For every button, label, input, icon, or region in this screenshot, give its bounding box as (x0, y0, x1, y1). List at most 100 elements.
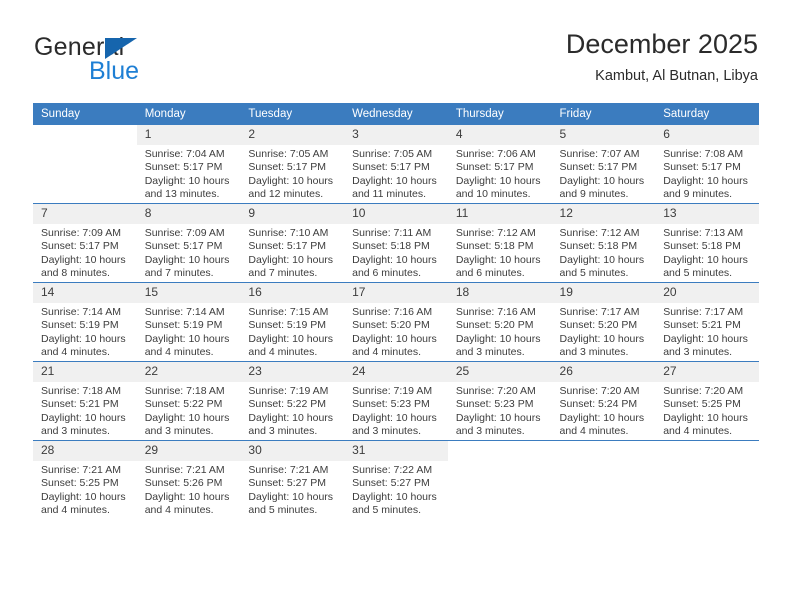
calendar-day-cell[interactable]: 31 Sunrise: 7:22 AM Sunset: 5:27 PM Dayligh… (344, 440, 448, 519)
sunset-text: Sunset: 5:17 PM (559, 161, 638, 174)
day-sun-info: Sunrise: 7:21 AM Sunset: 5:26 PM Daylight:… (137, 461, 241, 518)
daylight-text-line1: Daylight: 10 hours (41, 490, 126, 503)
calendar-day-cell[interactable]: 6 Sunrise: 7:08 AM Sunset: 5:17 PM Daylight… (655, 125, 759, 204)
day-number: 23 (240, 362, 345, 382)
calendar-day-cell[interactable]: 24 Sunrise: 7:19 AM Sunset: 5:23 PM Dayligh… (344, 361, 448, 441)
day-sun-info: Sunrise: 7:18 AM Sunset: 5:22 PM Daylight:… (137, 382, 241, 439)
calendar-day-cell[interactable]: 5 Sunrise: 7:07 AM Sunset: 5:17 PM Daylight… (551, 125, 656, 204)
day-sun-info: Sunrise: 7:19 AM Sunset: 5:22 PM Daylight:… (240, 382, 344, 439)
calendar-day-cell[interactable]: 11 Sunrise: 7:12 AM Sunset: 5:18 PM Dayligh… (447, 203, 552, 283)
calendar-week-row: 14 Sunrise: 7:14 AM Sunset: 5:19 PM Dayligh… (33, 282, 759, 362)
calendar-day-cell[interactable]: 13 Sunrise: 7:13 AM Sunset: 5:18 PM Dayligh… (655, 203, 759, 283)
day-sun-info: Sunrise: 7:05 AM Sunset: 5:17 PM Daylight:… (344, 145, 448, 202)
day-number: 14 (33, 283, 137, 303)
calendar-day-cell[interactable]: 21 Sunrise: 7:18 AM Sunset: 5:21 PM Dayligh… (33, 361, 137, 441)
day-number: 26 (551, 362, 656, 382)
daylight-text-line2: and 4 minutes. (41, 346, 110, 359)
daylight-text-line1: Daylight: 10 hours (41, 411, 126, 424)
daylight-text-line1: Daylight: 10 hours (248, 253, 334, 266)
title-block: December 2025 Kambut, Al Butnan, Libya (566, 28, 758, 86)
sunrise-text: Sunrise: 7:05 AM (248, 148, 329, 160)
daylight-text-line1: Daylight: 10 hours (144, 490, 230, 503)
day-sun-info: Sunrise: 7:20 AM Sunset: 5:25 PM Daylight:… (655, 382, 759, 439)
sunrise-text: Sunrise: 7:16 AM (455, 306, 536, 318)
sunset-text: Sunset: 5:18 PM (663, 240, 741, 253)
sunrise-text: Sunrise: 7:09 AM (144, 227, 225, 239)
day-sun-info: Sunrise: 7:10 AM Sunset: 5:17 PM Daylight:… (240, 224, 344, 281)
sunrise-text: Sunrise: 7:20 AM (663, 385, 744, 397)
day-sun-info: Sunrise: 7:12 AM Sunset: 5:18 PM Daylight:… (552, 224, 656, 281)
calendar-day-cell[interactable]: 9 Sunrise: 7:10 AM Sunset: 5:17 PM Daylight… (240, 203, 345, 283)
day-sun-info: Sunrise: 7:13 AM Sunset: 5:18 PM Daylight:… (655, 224, 759, 281)
day-number: 1 (136, 125, 241, 145)
daylight-text-line1: Daylight: 10 hours (455, 411, 541, 424)
sunset-text: Sunset: 5:25 PM (41, 477, 119, 490)
day-number: 31 (344, 441, 448, 461)
calendar-day-cell[interactable]: 2 Sunrise: 7:05 AM Sunset: 5:17 PM Daylight… (240, 125, 345, 204)
day-number: 4 (447, 125, 552, 145)
daylight-text-line2: and 4 minutes. (248, 346, 318, 359)
daylight-text-line2: and 4 minutes. (144, 346, 214, 359)
calendar-body: 1 Sunrise: 7:04 AM Sunset: 5:17 PM Daylight… (33, 125, 759, 519)
day-number: 2 (240, 125, 345, 145)
sunrise-text: Sunrise: 7:08 AM (663, 148, 744, 160)
calendar-day-cell[interactable]: 1 Sunrise: 7:04 AM Sunset: 5:17 PM Daylight… (136, 125, 241, 204)
sunrise-text: Sunrise: 7:18 AM (41, 385, 121, 397)
calendar-day-cell[interactable]: 17 Sunrise: 7:16 AM Sunset: 5:20 PM Dayligh… (344, 282, 448, 362)
calendar-day-cell[interactable]: 29 Sunrise: 7:21 AM Sunset: 5:26 PM Dayligh… (136, 440, 241, 519)
day-number: 24 (344, 362, 448, 382)
calendar-day-cell[interactable]: 7 Sunrise: 7:09 AM Sunset: 5:17 PM Daylight… (33, 203, 137, 283)
general-blue-logo: General Blue (34, 34, 214, 88)
sunset-text: Sunset: 5:17 PM (663, 161, 741, 174)
calendar-day-cell[interactable]: 10 Sunrise: 7:11 AM Sunset: 5:18 PM Dayligh… (344, 203, 448, 283)
daylight-text-line1: Daylight: 10 hours (352, 332, 437, 345)
day-number: 12 (551, 204, 656, 224)
daylight-text-line2: and 3 minutes. (559, 346, 629, 359)
day-sun-info: Sunrise: 7:04 AM Sunset: 5:17 PM Daylight:… (137, 145, 241, 202)
day-sun-info: Sunrise: 7:15 AM Sunset: 5:19 PM Daylight:… (240, 303, 344, 360)
sunrise-text: Sunrise: 7:10 AM (248, 227, 329, 239)
day-sun-info: Sunrise: 7:19 AM Sunset: 5:23 PM Daylight:… (344, 382, 448, 439)
daylight-text-line1: Daylight: 10 hours (559, 332, 645, 345)
calendar-day-cell[interactable]: 12 Sunrise: 7:12 AM Sunset: 5:18 PM Dayligh… (551, 203, 656, 283)
calendar-day-cell[interactable]: 30 Sunrise: 7:21 AM Sunset: 5:27 PM Dayligh… (240, 440, 345, 519)
calendar-day-cell[interactable]: 22 Sunrise: 7:18 AM Sunset: 5:22 PM Dayligh… (136, 361, 241, 441)
sunrise-text: Sunrise: 7:09 AM (41, 227, 121, 239)
daylight-text-line2: and 8 minutes. (41, 267, 110, 280)
daylight-text-line2: and 3 minutes. (455, 425, 525, 438)
daylight-text-line2: and 3 minutes. (144, 425, 214, 438)
sunrise-text: Sunrise: 7:18 AM (144, 385, 225, 397)
sunrise-text: Sunrise: 7:14 AM (144, 306, 225, 318)
calendar-day-cell[interactable]: 19 Sunrise: 7:17 AM Sunset: 5:20 PM Dayligh… (551, 282, 656, 362)
calendar-day-cell[interactable]: 3 Sunrise: 7:05 AM Sunset: 5:17 PM Daylight… (344, 125, 448, 204)
daylight-text-line2: and 4 minutes. (559, 425, 629, 438)
daylight-text-line1: Daylight: 10 hours (663, 174, 748, 187)
daylight-text-line1: Daylight: 10 hours (455, 332, 541, 345)
day-sun-info: Sunrise: 7:16 AM Sunset: 5:20 PM Daylight:… (448, 303, 552, 360)
sunset-text: Sunset: 5:27 PM (352, 477, 430, 490)
calendar-day-cell[interactable]: 25 Sunrise: 7:20 AM Sunset: 5:23 PM Dayligh… (447, 361, 552, 441)
sunset-text: Sunset: 5:27 PM (248, 477, 327, 490)
daylight-text-line2: and 9 minutes. (559, 188, 629, 201)
daylight-text-line1: Daylight: 10 hours (144, 411, 230, 424)
calendar-day-cell[interactable]: 20 Sunrise: 7:17 AM Sunset: 5:21 PM Dayligh… (655, 282, 759, 362)
day-sun-info: Sunrise: 7:06 AM Sunset: 5:17 PM Daylight:… (448, 145, 552, 202)
calendar-day-cell[interactable]: 15 Sunrise: 7:14 AM Sunset: 5:19 PM Dayligh… (136, 282, 241, 362)
day-number: 3 (344, 125, 448, 145)
calendar-day-cell[interactable]: 16 Sunrise: 7:15 AM Sunset: 5:19 PM Dayligh… (240, 282, 345, 362)
day-number: 13 (655, 204, 759, 224)
calendar-day-cell[interactable]: 14 Sunrise: 7:14 AM Sunset: 5:19 PM Dayligh… (33, 282, 137, 362)
daylight-text-line1: Daylight: 10 hours (663, 411, 748, 424)
calendar-day-cell[interactable]: 27 Sunrise: 7:20 AM Sunset: 5:25 PM Dayligh… (655, 361, 759, 441)
calendar-day-cell[interactable]: 28 Sunrise: 7:21 AM Sunset: 5:25 PM Dayligh… (33, 440, 137, 519)
calendar-day-cell[interactable]: 26 Sunrise: 7:20 AM Sunset: 5:24 PM Dayligh… (551, 361, 656, 441)
daylight-text-line1: Daylight: 10 hours (559, 253, 645, 266)
calendar-day-cell[interactable]: 8 Sunrise: 7:09 AM Sunset: 5:17 PM Daylight… (136, 203, 241, 283)
calendar-day-cell[interactable]: 23 Sunrise: 7:19 AM Sunset: 5:22 PM Dayligh… (240, 361, 345, 441)
day-number: 16 (240, 283, 345, 303)
day-number: 28 (33, 441, 137, 461)
calendar-day-cell[interactable]: 4 Sunrise: 7:06 AM Sunset: 5:17 PM Daylight… (447, 125, 552, 204)
calendar-day-cell[interactable]: 18 Sunrise: 7:16 AM Sunset: 5:20 PM Dayligh… (447, 282, 552, 362)
daylight-text-line1: Daylight: 10 hours (41, 332, 126, 345)
daylight-text-line1: Daylight: 10 hours (144, 174, 230, 187)
